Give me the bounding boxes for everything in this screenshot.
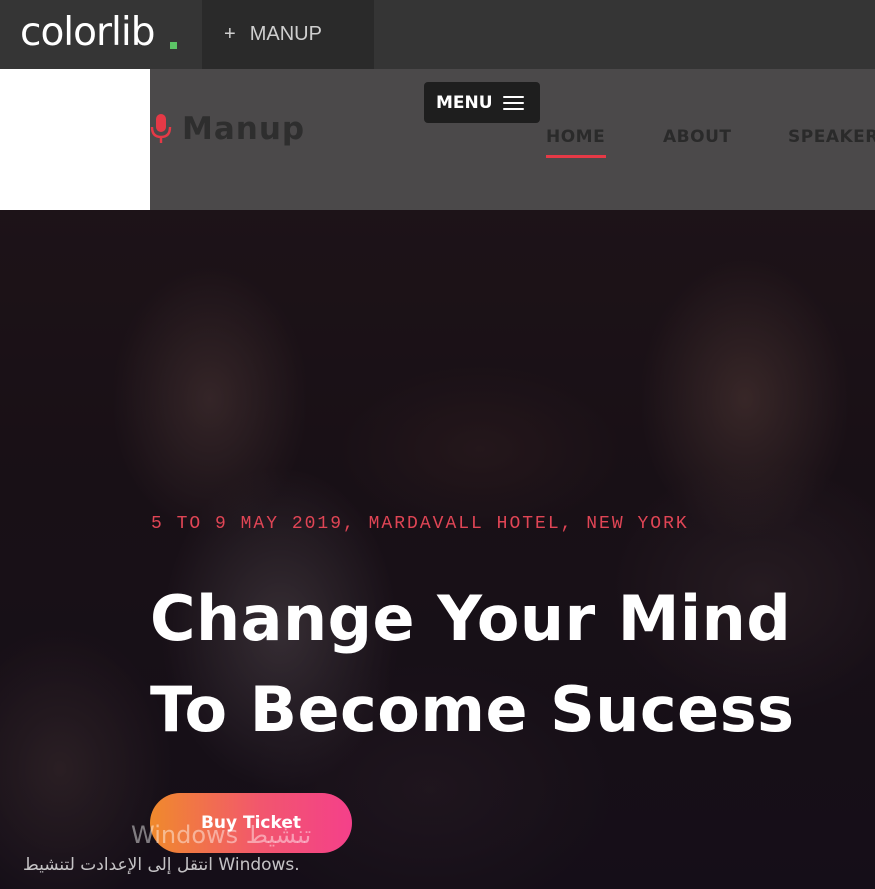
windows-activation-title: تنشيط Windows <box>131 821 312 849</box>
nav-item-speakers[interactable]: SPEAKERS <box>788 127 875 147</box>
hero-title-line-1: Change Your Mind <box>150 582 792 655</box>
hero-title-line-2: To Become Sucess <box>150 673 795 746</box>
blank-panel <box>0 69 150 210</box>
site-logo-text: Manup <box>182 111 306 147</box>
colorlib-logo[interactable]: colorlib <box>20 8 155 58</box>
plus-icon: + <box>224 23 236 45</box>
site-header: Manup MENU HOME ABOUT SPEAKERS <box>0 69 875 210</box>
colorlib-logo-dot <box>170 42 177 49</box>
hero-title: Change Your Mind To Become Sucess <box>150 573 795 755</box>
event-date-location: 5 TO 9 MAY 2019, MARDAVALL HOTEL, NEW YO… <box>151 514 689 534</box>
microphone-icon <box>150 114 172 143</box>
hamburger-icon <box>502 95 524 110</box>
windows-activation-subtitle: انتقل إلى الإعدادت لتنشيط Windows. <box>23 855 300 875</box>
nav-active-underline <box>546 155 606 158</box>
site-logo[interactable]: Manup <box>150 109 305 149</box>
nav-item-home[interactable]: HOME <box>546 127 605 147</box>
menu-button-label: MENU <box>436 92 493 113</box>
manup-tab-button[interactable]: + MANUP <box>202 0 374 69</box>
nav-item-about[interactable]: ABOUT <box>663 127 731 147</box>
hero-section: Manup MENU HOME ABOUT SPEAKERS 5 TO 9 MA… <box>0 69 875 889</box>
colorlib-topbar: colorlib + MANUP <box>0 0 875 69</box>
manup-tab-label: MANUP <box>249 23 322 45</box>
menu-button[interactable]: MENU <box>424 82 540 123</box>
